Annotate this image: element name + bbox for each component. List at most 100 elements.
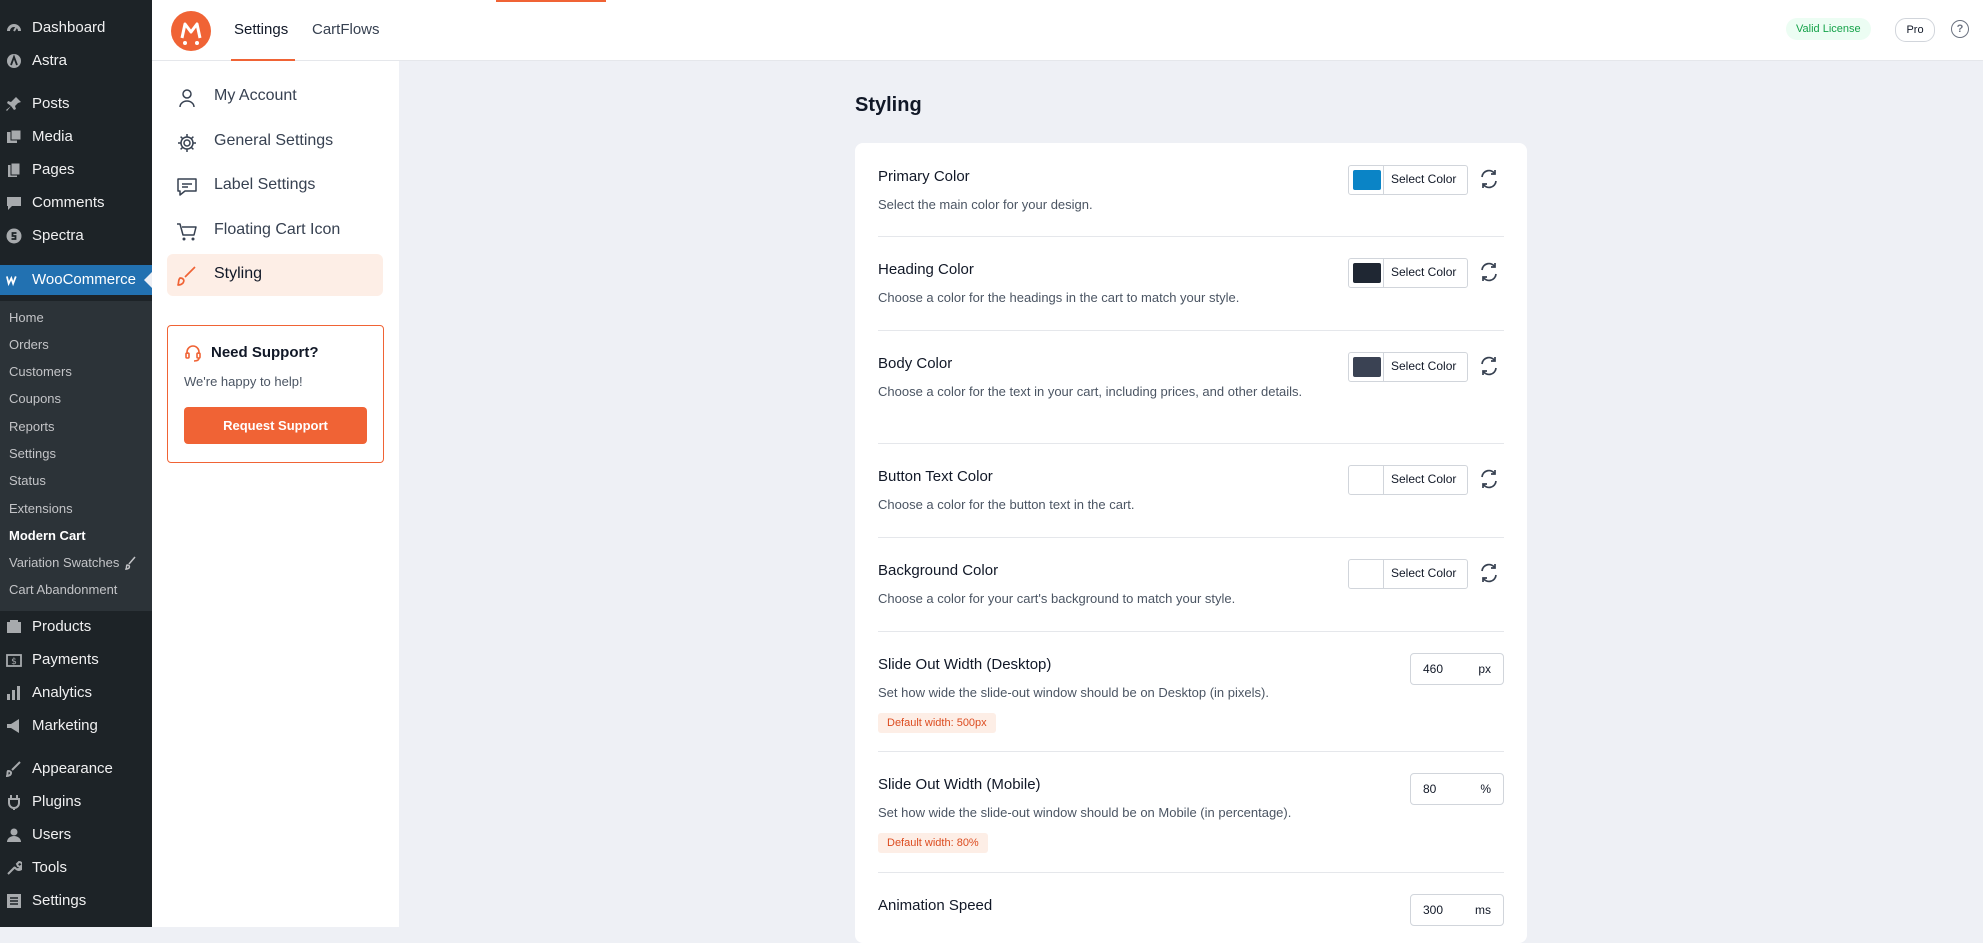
reset-icon[interactable] bbox=[1478, 355, 1500, 377]
help-icon[interactable]: ? bbox=[1951, 20, 1969, 38]
svg-text:$: $ bbox=[11, 657, 17, 667]
products-icon bbox=[6, 619, 22, 635]
animation-speed-input[interactable]: 300 ms bbox=[1410, 894, 1504, 926]
color-swatch bbox=[1353, 170, 1381, 190]
submenu-cart-abandonment[interactable]: Cart Abandonment bbox=[9, 582, 117, 597]
setting-row-background-color: Background Color Choose a color for your… bbox=[878, 537, 1504, 632]
plugin-topbar: Settings CartFlows Valid License Pro ? bbox=[152, 0, 1983, 61]
users-icon bbox=[6, 827, 22, 843]
menu-users[interactable]: Users bbox=[0, 820, 152, 850]
wp-admin-sidebar: Dashboard Astra Posts Media Pages Commen… bbox=[0, 0, 152, 927]
setting-row-slide-out-width-mobile: Slide Out Width (Mobile) Set how wide th… bbox=[878, 751, 1504, 873]
reset-icon[interactable] bbox=[1478, 261, 1500, 283]
menu-media[interactable]: Media bbox=[0, 122, 152, 152]
request-support-button[interactable]: Request Support bbox=[184, 407, 367, 444]
page-title: Styling bbox=[855, 94, 922, 116]
cart-icon bbox=[176, 221, 198, 243]
submenu-orders[interactable]: Orders bbox=[9, 337, 49, 352]
topbar-accent-line bbox=[496, 0, 606, 2]
nav-floating-cart-icon[interactable]: Floating Cart Icon bbox=[167, 210, 383, 252]
color-swatch bbox=[1353, 263, 1381, 283]
menu-analytics[interactable]: Analytics bbox=[0, 678, 152, 708]
menu-posts[interactable]: Posts bbox=[0, 89, 152, 119]
headset-icon bbox=[184, 344, 201, 362]
woocommerce-icon bbox=[6, 272, 22, 288]
astra-icon bbox=[6, 53, 22, 69]
swatch-divider bbox=[1383, 353, 1384, 381]
menu-plugins[interactable]: Plugins bbox=[0, 787, 152, 817]
menu-appearance[interactable]: Appearance bbox=[0, 754, 152, 784]
comments-icon bbox=[6, 195, 22, 211]
color-swatch bbox=[1349, 560, 1384, 588]
settings-icon bbox=[6, 893, 22, 909]
menu-products[interactable]: Products bbox=[0, 612, 152, 642]
default-value-badge: Default width: 80% bbox=[878, 833, 988, 853]
mobile-width-input[interactable]: 80 % bbox=[1410, 773, 1504, 805]
submenu-coupons[interactable]: Coupons bbox=[9, 391, 61, 406]
nav-label-settings[interactable]: Label Settings bbox=[167, 165, 383, 207]
menu-astra[interactable]: Astra bbox=[0, 46, 152, 76]
color-swatch bbox=[1349, 466, 1384, 494]
swatch-divider bbox=[1383, 166, 1384, 194]
plugins-icon bbox=[6, 794, 22, 810]
tab-cartflows[interactable]: CartFlows bbox=[312, 21, 380, 38]
swatch-divider bbox=[1383, 259, 1384, 287]
primary-color-picker[interactable]: Select Color bbox=[1348, 165, 1468, 195]
setting-row-slide-out-width-desktop: Slide Out Width (Desktop) Set how wide t… bbox=[878, 631, 1504, 752]
menu-tools[interactable]: Tools bbox=[0, 853, 152, 883]
submenu-home[interactable]: Home bbox=[9, 310, 44, 325]
reset-icon[interactable] bbox=[1478, 468, 1500, 490]
menu-comments[interactable]: Comments bbox=[0, 188, 152, 218]
submenu-settings[interactable]: Settings bbox=[9, 446, 56, 461]
menu-woocommerce[interactable]: WooCommerce bbox=[0, 265, 152, 295]
setting-row-body-color: Body Color Choose a color for the text i… bbox=[878, 330, 1504, 444]
reset-icon[interactable] bbox=[1478, 168, 1500, 190]
setting-row-animation-speed: Animation Speed 300 ms bbox=[878, 872, 1504, 942]
color-swatch bbox=[1353, 357, 1381, 377]
unit-label: ms bbox=[1475, 903, 1491, 917]
gear-icon bbox=[176, 132, 198, 154]
heading-color-picker[interactable]: Select Color bbox=[1348, 258, 1468, 288]
appearance-icon bbox=[6, 761, 22, 777]
marketing-icon bbox=[6, 718, 22, 734]
submenu-reports[interactable]: Reports bbox=[9, 419, 55, 434]
background-color-picker[interactable]: Select Color bbox=[1348, 559, 1468, 589]
plan-badge: Pro bbox=[1895, 18, 1935, 42]
desktop-width-input[interactable]: 460 px bbox=[1410, 653, 1504, 685]
support-text: We're happy to help! bbox=[184, 374, 303, 389]
spectra-icon bbox=[6, 228, 22, 244]
submenu-extensions[interactable]: Extensions bbox=[9, 501, 73, 516]
settings-nav: My Account General Settings Label Settin… bbox=[152, 61, 399, 927]
unit-label: px bbox=[1478, 662, 1491, 676]
tools-icon bbox=[6, 860, 22, 876]
menu-payments[interactable]: $ Payments bbox=[0, 645, 152, 675]
reset-icon[interactable] bbox=[1478, 562, 1500, 584]
tab-settings[interactable]: Settings bbox=[234, 21, 288, 38]
submenu-variation-swatches[interactable]: Variation Swatches bbox=[9, 555, 119, 570]
modern-cart-logo[interactable] bbox=[171, 11, 211, 51]
menu-settings[interactable]: Settings bbox=[0, 886, 152, 916]
pages-icon bbox=[6, 162, 22, 178]
nav-my-account[interactable]: My Account bbox=[167, 76, 383, 118]
submenu-modern-cart[interactable]: Modern Cart bbox=[9, 528, 86, 543]
menu-dashboard[interactable]: Dashboard bbox=[0, 13, 152, 43]
nav-general-settings[interactable]: General Settings bbox=[167, 121, 383, 163]
setting-row-heading-color: Heading Color Choose a color for the hea… bbox=[878, 236, 1504, 331]
analytics-icon bbox=[6, 685, 22, 701]
menu-pages[interactable]: Pages bbox=[0, 155, 152, 185]
submenu-customers[interactable]: Customers bbox=[9, 364, 72, 379]
license-status-badge: Valid License bbox=[1786, 18, 1871, 40]
support-title: Need Support? bbox=[211, 344, 319, 361]
button-text-color-picker[interactable]: Select Color bbox=[1348, 465, 1468, 495]
menu-marketing[interactable]: Marketing bbox=[0, 711, 152, 741]
chat-label-icon bbox=[176, 176, 198, 198]
setting-row-button-text-color: Button Text Color Choose a color for the… bbox=[878, 443, 1504, 538]
menu-spectra[interactable]: Spectra bbox=[0, 221, 152, 251]
pin-icon bbox=[6, 96, 22, 112]
media-icon bbox=[6, 129, 22, 145]
user-icon bbox=[176, 87, 198, 109]
nav-styling[interactable]: Styling bbox=[167, 254, 383, 296]
body-color-picker[interactable]: Select Color bbox=[1348, 352, 1468, 382]
woocommerce-submenu: Home Orders Customers Coupons Reports Se… bbox=[0, 301, 152, 611]
submenu-status[interactable]: Status bbox=[9, 473, 46, 488]
